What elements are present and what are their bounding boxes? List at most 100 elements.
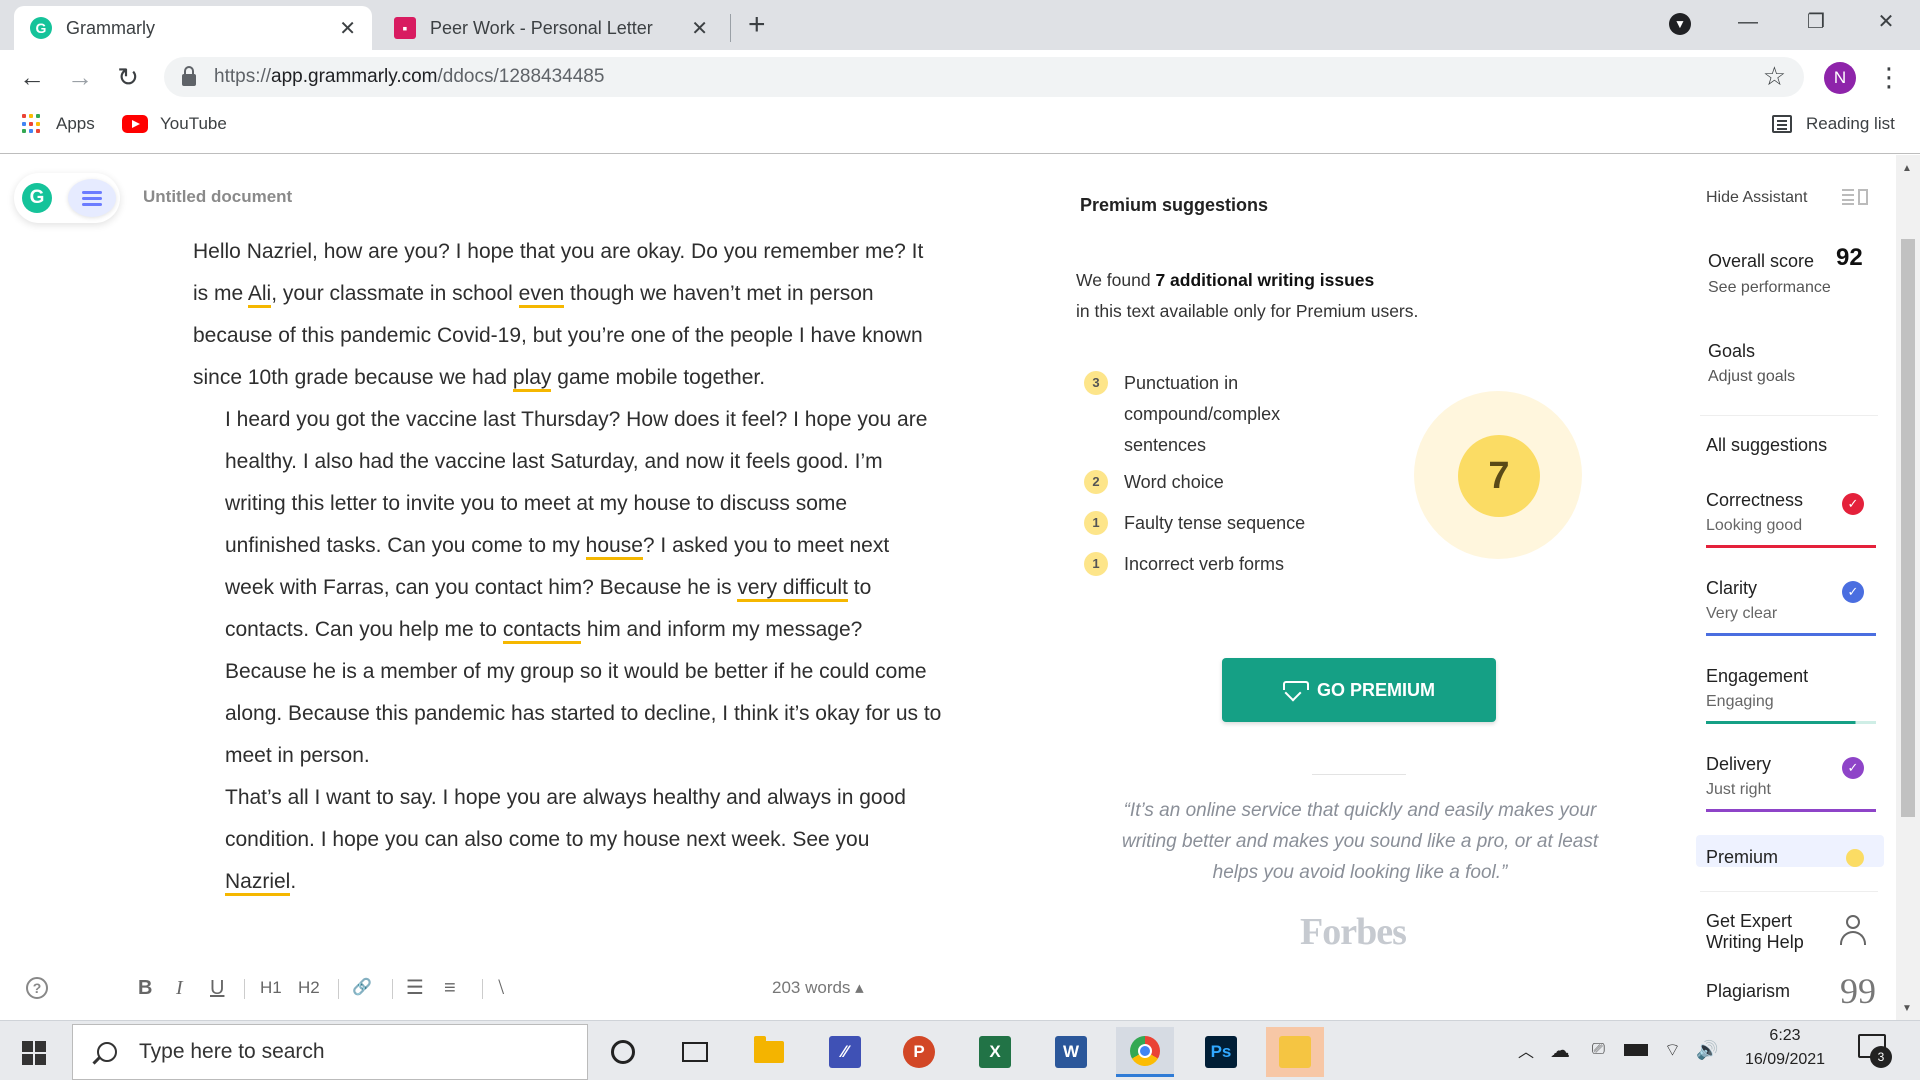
expert-person-icon[interactable] (1840, 915, 1870, 951)
tray-chevron-icon[interactable]: ︿ (1518, 1020, 1534, 1080)
overall-score-value[interactable]: 92 (1836, 244, 1863, 272)
expert-help-button[interactable]: Get Expert Writing Help (1706, 911, 1836, 953)
flagged-word[interactable]: play (512, 366, 552, 392)
issue-count-badge: 3 (1084, 371, 1108, 395)
forward-button[interactable]: → (62, 59, 98, 95)
tab-peer-work[interactable]: ▪ Peer Work - Personal Letter ✕ (378, 6, 724, 50)
address-bar[interactable]: https://app.grammarly.com/ddocs/12884344… (164, 57, 1804, 97)
scroll-down-icon[interactable]: ▼ (1902, 1003, 1912, 1014)
close-window-button[interactable]: ✕ (1866, 4, 1906, 40)
all-suggestions-tab[interactable]: All suggestions (1706, 435, 1827, 456)
paragraph[interactable]: Hello Nazriel, how are you? I hope that … (143, 231, 943, 399)
chrome-menu-icon[interactable]: ⋮ (1876, 60, 1902, 94)
chrome-icon[interactable] (1116, 1027, 1174, 1077)
category-clarity[interactable]: Clarity (1706, 578, 1757, 599)
adjust-goals-link[interactable]: Adjust goals (1708, 368, 1795, 386)
word-count[interactable]: 203 words ▴ (772, 971, 864, 1005)
plagiarism-button[interactable]: Plagiarism (1706, 981, 1790, 1002)
meet-icon[interactable]: ⎚ (1592, 1020, 1605, 1080)
category-engagement[interactable]: Engagement (1706, 666, 1808, 687)
onedrive-icon[interactable]: ☁ (1550, 1020, 1570, 1080)
issue-label: Incorrect verb forms (1124, 554, 1285, 574)
document-outline-button[interactable] (68, 179, 116, 217)
tab-search-icon[interactable]: ▼ (1660, 4, 1700, 40)
premium-issue: 1 Faulty tense sequence (1084, 508, 1344, 539)
tab-strip: G Grammarly ✕ ▪ Peer Work - Personal Let… (0, 0, 1920, 50)
goals-label[interactable]: Goals (1708, 341, 1755, 362)
bookmark-apps[interactable]: Apps (22, 114, 95, 134)
underline-button[interactable]: U (210, 971, 224, 1005)
tab-grammarly[interactable]: G Grammarly ✕ (14, 6, 372, 50)
photos-app-icon[interactable] (1266, 1027, 1324, 1077)
flagged-word[interactable]: very difficult (737, 576, 848, 602)
close-tab-icon[interactable]: ✕ (691, 16, 708, 41)
scroll-up-icon[interactable]: ▲ (1902, 163, 1912, 174)
heading2-button[interactable]: H2 (298, 971, 320, 1005)
wifi-icon[interactable]: ⌔ (1664, 1020, 1681, 1080)
paragraph[interactable]: I heard you got the vaccine last Thursda… (143, 399, 943, 777)
link-icon[interactable]: 🔗 (352, 971, 372, 1005)
taskbar-search-input[interactable]: Type here to search (72, 1024, 588, 1080)
word-icon[interactable]: W (1042, 1027, 1100, 1077)
overall-score-label[interactable]: Overall score (1708, 251, 1814, 272)
category-status: Engaging (1706, 693, 1774, 710)
testimonial-quote: “It’s an online service that quickly and… (1121, 800, 1599, 883)
task-view-icon[interactable] (666, 1027, 724, 1077)
scrollbar-thumb[interactable] (1901, 239, 1915, 817)
grammarly-logo-icon[interactable]: G (22, 183, 52, 213)
file-explorer-icon[interactable] (740, 1027, 798, 1077)
reload-button[interactable]: ↻ (110, 59, 146, 95)
battery-icon[interactable] (1624, 1020, 1648, 1080)
reading-list-button[interactable]: Reading list (1772, 114, 1895, 134)
premium-title: Premium suggestions (1080, 195, 1269, 215)
excel-icon[interactable]: X (966, 1027, 1024, 1077)
ordered-list-icon[interactable]: ☰ (406, 971, 424, 1005)
check-icon: ✓ (1842, 581, 1864, 603)
clear-formatting-icon[interactable]: ⧵ (498, 971, 504, 1005)
formatting-toolbar: ? B I U H1 H2 🔗 ☰ ≡ ⧵ 203 words ▴ (0, 971, 960, 1017)
assistant-layout-icon[interactable] (1842, 189, 1868, 205)
volume-icon[interactable]: 🔊 (1696, 1020, 1718, 1080)
flagged-word[interactable]: house (585, 534, 643, 560)
italic-button[interactable]: I (176, 971, 183, 1005)
bullet-list-icon[interactable]: ≡ (444, 971, 456, 1005)
close-tab-icon[interactable]: ✕ (339, 16, 356, 41)
minimize-button[interactable]: — (1728, 4, 1768, 40)
toolbar-divider (392, 979, 393, 999)
issue-count-badge: 1 (1084, 511, 1108, 535)
category-correctness[interactable]: Correctness (1706, 490, 1803, 511)
cortana-icon[interactable] (594, 1027, 652, 1077)
see-performance-link[interactable]: See performance (1708, 279, 1831, 297)
flagged-word[interactable]: Nazriel (225, 870, 291, 896)
design-app-icon[interactable]: ⁄⁄ (816, 1027, 874, 1077)
help-icon[interactable]: ? (26, 977, 48, 999)
classroom-favicon-icon: ▪ (394, 17, 416, 39)
plagiarism-quote-icon[interactable]: 99 (1840, 973, 1876, 1009)
restore-button[interactable]: ❐ (1796, 4, 1836, 40)
photoshop-icon[interactable]: Ps (1192, 1027, 1250, 1077)
hide-assistant-button[interactable]: Hide Assistant (1706, 189, 1807, 207)
bookmark-star-icon[interactable]: ☆ (1763, 61, 1786, 92)
windows-start-icon[interactable] (22, 1041, 46, 1065)
bold-button[interactable]: B (138, 971, 152, 1005)
premium-count-icon (1846, 849, 1864, 867)
document-editor[interactable]: Hello Nazriel, how are you? I hope that … (143, 231, 943, 903)
heading1-button[interactable]: H1 (260, 971, 282, 1005)
new-tab-button[interactable]: + (748, 8, 766, 42)
paragraph[interactable]: That’s all I want to say. I hope you are… (143, 777, 943, 903)
back-button[interactable]: ← (14, 59, 50, 95)
bookmark-youtube[interactable]: YouTube (122, 114, 227, 134)
flagged-word[interactable]: contacts (502, 618, 582, 644)
premium-tab[interactable]: Premium (1696, 835, 1884, 867)
taskbar-clock[interactable]: 6:23 16/09/2021 (1730, 1024, 1840, 1072)
go-premium-button[interactable]: GO PREMIUM (1222, 658, 1496, 722)
category-delivery[interactable]: Delivery (1706, 754, 1771, 775)
flagged-word[interactable]: Ali (247, 282, 272, 308)
powerpoint-icon[interactable]: P (890, 1027, 948, 1077)
flagged-word[interactable]: even (518, 282, 565, 308)
grammarly-page: G Untitled document Hello Nazriel, how a… (0, 155, 1920, 1020)
profile-avatar[interactable]: N (1824, 62, 1856, 94)
document-title[interactable]: Untitled document (143, 187, 292, 207)
notification-count-badge: 3 (1870, 1046, 1892, 1068)
clock-time: 6:23 (1769, 1027, 1801, 1044)
